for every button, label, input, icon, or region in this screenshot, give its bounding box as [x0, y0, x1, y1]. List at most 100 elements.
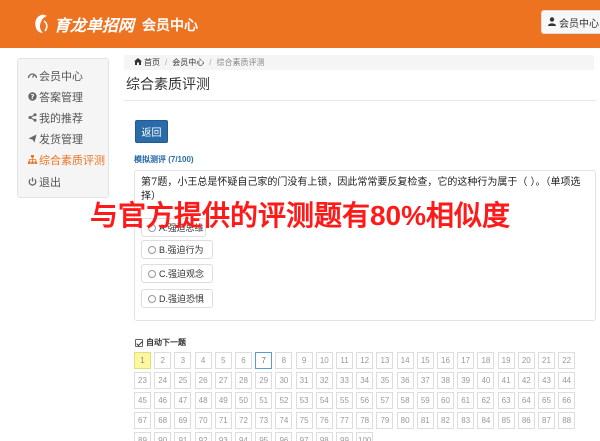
question-number-cell[interactable]: 70: [194, 412, 212, 429]
question-number-cell[interactable]: 16: [437, 352, 454, 369]
question-number-cell[interactable]: 20: [517, 352, 535, 369]
question-number-cell[interactable]: 18: [477, 352, 495, 369]
question-number-cell[interactable]: 32: [315, 372, 333, 389]
question-number-cell[interactable]: 28: [235, 372, 252, 389]
question-number-cell[interactable]: 61: [457, 392, 475, 409]
question-number-cell[interactable]: 10: [315, 352, 333, 369]
question-number-cell[interactable]: 93: [214, 432, 232, 441]
sidebar-item-member-center[interactable]: 会员中心: [27, 68, 83, 84]
question-number-cell[interactable]: 85: [497, 412, 515, 429]
question-number-cell[interactable]: 97: [295, 432, 313, 441]
site-logo[interactable]: 育龙单招网: [32, 10, 134, 38]
question-number-cell[interactable]: 35: [376, 372, 394, 389]
question-number-cell[interactable]: 29: [255, 372, 273, 389]
question-number-cell[interactable]: 43: [538, 372, 555, 389]
option-c[interactable]: C.强迫观念: [141, 264, 213, 283]
question-number-cell[interactable]: 23: [134, 372, 151, 389]
question-number-cell[interactable]: 64: [517, 392, 535, 409]
question-number-cell[interactable]: 50: [235, 392, 252, 409]
sidebar-item-logout[interactable]: 退出: [27, 174, 61, 190]
question-number-cell[interactable]: 80: [396, 412, 414, 429]
question-number-cell[interactable]: 83: [457, 412, 475, 429]
question-number-cell[interactable]: 89: [134, 432, 151, 441]
question-number-cell[interactable]: 30: [275, 372, 293, 389]
question-number-cell[interactable]: 5: [214, 352, 232, 369]
question-number-cell[interactable]: 54: [315, 392, 333, 409]
question-number-cell[interactable]: 2: [154, 352, 172, 369]
question-number-cell[interactable]: 25: [174, 372, 192, 389]
question-number-cell[interactable]: 12: [356, 352, 374, 369]
question-number-cell[interactable]: 92: [194, 432, 212, 441]
question-number-cell[interactable]: 7: [255, 352, 273, 369]
radio-button[interactable]: [148, 294, 156, 303]
question-number-cell[interactable]: 14: [396, 352, 414, 369]
question-number-cell[interactable]: 81: [416, 412, 434, 429]
question-number-cell[interactable]: 51: [255, 392, 273, 409]
question-number-cell[interactable]: 45: [134, 392, 151, 409]
question-number-cell[interactable]: 96: [275, 432, 293, 441]
question-number-cell[interactable]: 87: [538, 412, 555, 429]
user-menu-button[interactable]: 会员中心: [541, 10, 600, 34]
question-number-cell[interactable]: 8: [275, 352, 293, 369]
question-number-cell[interactable]: 74: [275, 412, 293, 429]
question-number-cell[interactable]: 69: [174, 412, 192, 429]
question-number-cell[interactable]: 71: [214, 412, 232, 429]
question-number-cell[interactable]: 48: [194, 392, 212, 409]
question-number-cell[interactable]: 21: [538, 352, 555, 369]
question-number-cell[interactable]: 94: [235, 432, 252, 441]
question-number-cell[interactable]: 46: [154, 392, 172, 409]
question-number-cell[interactable]: 95: [255, 432, 273, 441]
question-number-cell[interactable]: 15: [416, 352, 434, 369]
question-number-cell[interactable]: 24: [154, 372, 172, 389]
option-b[interactable]: B.强迫行为: [141, 240, 213, 259]
question-number-cell[interactable]: 34: [356, 372, 374, 389]
back-button[interactable]: 返回: [135, 120, 168, 143]
question-number-cell[interactable]: 60: [437, 392, 454, 409]
question-number-cell[interactable]: 65: [538, 392, 555, 409]
question-number-cell[interactable]: 99: [336, 432, 353, 441]
question-number-cell[interactable]: 13: [376, 352, 394, 369]
question-number-cell[interactable]: 59: [416, 392, 434, 409]
question-number-cell[interactable]: 19: [497, 352, 515, 369]
question-number-cell[interactable]: 63: [497, 392, 515, 409]
question-number-cell[interactable]: 56: [356, 392, 374, 409]
question-number-cell[interactable]: 41: [497, 372, 515, 389]
question-number-cell[interactable]: 3: [174, 352, 192, 369]
question-number-cell[interactable]: 27: [214, 372, 232, 389]
question-number-cell[interactable]: 73: [255, 412, 273, 429]
question-number-cell[interactable]: 4: [194, 352, 212, 369]
question-number-cell[interactable]: 42: [517, 372, 535, 389]
question-number-cell[interactable]: 66: [558, 392, 576, 409]
question-number-cell[interactable]: 33: [336, 372, 353, 389]
question-number-cell[interactable]: 47: [174, 392, 192, 409]
question-number-cell[interactable]: 36: [396, 372, 414, 389]
question-number-cell[interactable]: 68: [154, 412, 172, 429]
question-number-cell[interactable]: 38: [437, 372, 454, 389]
question-number-cell[interactable]: 17: [457, 352, 475, 369]
question-number-cell[interactable]: 39: [457, 372, 475, 389]
question-number-cell[interactable]: 84: [477, 412, 495, 429]
question-number-cell[interactable]: 49: [214, 392, 232, 409]
question-number-cell[interactable]: 62: [477, 392, 495, 409]
sidebar-item-shipping[interactable]: 发货管理: [27, 131, 83, 147]
sidebar-item-answers[interactable]: ? 答案管理: [27, 89, 83, 105]
question-number-cell[interactable]: 88: [558, 412, 576, 429]
question-number-cell[interactable]: 55: [336, 392, 353, 409]
question-number-cell[interactable]: 31: [295, 372, 313, 389]
question-number-cell[interactable]: 57: [376, 392, 394, 409]
breadcrumb-home[interactable]: 首页: [144, 57, 160, 68]
question-number-cell[interactable]: 100: [356, 432, 374, 441]
question-number-cell[interactable]: 40: [477, 372, 495, 389]
question-number-cell[interactable]: 91: [174, 432, 192, 441]
question-number-cell[interactable]: 37: [416, 372, 434, 389]
question-number-cell[interactable]: 6: [235, 352, 252, 369]
question-number-cell[interactable]: 90: [154, 432, 172, 441]
question-number-cell[interactable]: 86: [517, 412, 535, 429]
radio-button[interactable]: [148, 269, 156, 278]
question-number-cell[interactable]: 72: [235, 412, 252, 429]
question-number-cell[interactable]: 78: [356, 412, 374, 429]
question-number-cell[interactable]: 82: [437, 412, 454, 429]
radio-button[interactable]: [148, 245, 156, 254]
question-number-cell[interactable]: 26: [194, 372, 212, 389]
question-number-cell[interactable]: 1: [134, 352, 151, 369]
